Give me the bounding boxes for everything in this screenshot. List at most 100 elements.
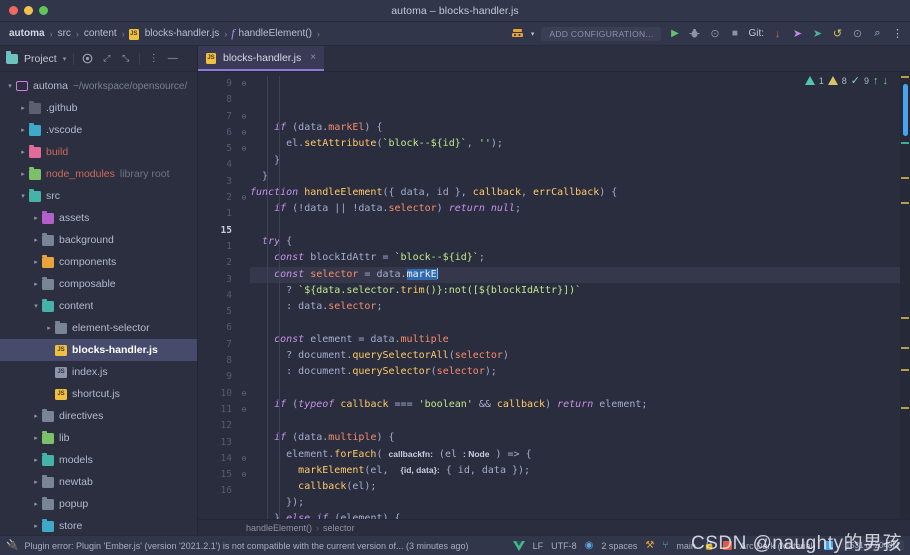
chevron-right-icon[interactable] xyxy=(30,457,42,464)
add-configuration-button[interactable]: ADD CONFIGURATION... xyxy=(541,26,662,41)
line-separator-status[interactable]: LF xyxy=(533,541,544,551)
tree-item-blocks-handler-js[interactable]: JS blocks-handler.js xyxy=(0,339,197,361)
editor-marker-bar[interactable] xyxy=(900,72,910,519)
chevron-right-icon[interactable] xyxy=(30,237,42,244)
tree-item-shortcut-js[interactable]: JS shortcut.js xyxy=(0,383,197,405)
chevron-down-icon[interactable] xyxy=(17,193,29,200)
editor-breadcrumb-function[interactable]: handleElement() xyxy=(246,523,312,533)
tree-item-composable[interactable]: composable xyxy=(0,273,197,295)
coverage-icon[interactable]: ⊙ xyxy=(708,27,721,40)
indent-status[interactable]: 2 spaces xyxy=(601,541,637,551)
wrench-icon[interactable]: ⚒ xyxy=(645,540,654,551)
tree-item-store[interactable]: store xyxy=(0,515,197,535)
code-line[interactable]: const selector = data.markE xyxy=(250,266,900,283)
fold-toggle-icon[interactable]: ⊖ xyxy=(238,451,250,467)
source-code[interactable]: if (data.markEl) { el.setAttribute(`bloc… xyxy=(250,72,900,519)
tree-item-element-selector[interactable]: element-selector xyxy=(0,317,197,339)
tree-item-background[interactable]: background xyxy=(0,229,197,251)
tree-item-newtab[interactable]: newtab xyxy=(0,471,197,493)
code-line[interactable]: ? `${data.selector.trim()}:not([${blockI… xyxy=(250,283,900,299)
fold-toggle-icon[interactable]: ⊖ xyxy=(238,141,250,157)
code-line[interactable]: } else if (element) { xyxy=(250,511,900,519)
chevron-right-icon[interactable] xyxy=(30,259,42,266)
tree-item-node-modules[interactable]: node_modules library root xyxy=(0,163,197,185)
code-line[interactable]: : document.querySelector(selector); xyxy=(250,364,900,380)
project-tree[interactable]: automa ~/workspace/opensource/ .github .vsc… xyxy=(0,72,197,535)
chevron-right-icon[interactable] xyxy=(17,149,29,156)
code-viewport[interactable]: 9 8 7 6 5 4 3 2 1 15 1 2 3 4 5 6 7 8 9 10 11 12 13 14 15 16 ⊖ ⊖ ⊖ ⊖ ⊖… xyxy=(198,72,910,519)
chevron-down-icon[interactable]: ▾ xyxy=(531,30,535,38)
code-line[interactable]: if (data.multiple) { xyxy=(250,430,900,446)
breadcrumb-item-function[interactable]: handleElement() xyxy=(238,28,313,39)
code-line[interactable]: try { xyxy=(250,234,900,250)
code-line[interactable]: ? document.querySelectorAll(selector) xyxy=(250,348,900,364)
chevron-right-icon[interactable] xyxy=(17,105,29,112)
git-update-icon[interactable]: ↓ xyxy=(771,27,784,40)
error-icon[interactable] xyxy=(723,541,733,550)
chevron-right-icon[interactable] xyxy=(30,413,42,420)
chevron-down-icon[interactable] xyxy=(4,83,16,90)
target-icon[interactable] xyxy=(81,52,94,65)
code-line[interactable]: if (!data || !data.selector) return null… xyxy=(250,201,900,217)
fold-toggle-icon[interactable]: ⊖ xyxy=(238,467,250,483)
chevron-right-icon[interactable] xyxy=(30,215,42,222)
tree-item-lib[interactable]: lib xyxy=(0,427,197,449)
code-line[interactable]: : data.selector; xyxy=(250,299,900,315)
theme-status[interactable]: Arc Dark (Material) xyxy=(740,541,816,551)
editor-breadcrumb[interactable]: handleElement() › selector xyxy=(198,519,910,535)
fold-toggle-icon[interactable]: ⊖ xyxy=(238,402,250,418)
project-panel-title[interactable]: Project xyxy=(24,53,57,65)
theme-badge-icon[interactable] xyxy=(823,541,833,550)
git-rollback-icon[interactable]: ⊙ xyxy=(851,27,864,40)
code-line[interactable]: if (typeof callback === 'boolean' && cal… xyxy=(250,397,900,413)
close-tab-icon[interactable]: × xyxy=(310,52,316,63)
fold-toggle-icon[interactable]: ⊖ xyxy=(238,125,250,141)
breadcrumb-item-file[interactable]: blocks-handler.js xyxy=(144,28,220,39)
lock-icon[interactable]: 🔒 xyxy=(704,540,715,551)
stop-icon[interactable]: ■ xyxy=(728,27,741,40)
breadcrumb-item-project[interactable]: automa xyxy=(8,28,46,39)
chevron-right-icon[interactable] xyxy=(17,127,29,134)
inspection-widget[interactable]: 1 8 ✓ 9 ↑ ↓ xyxy=(804,74,888,87)
more-options-icon[interactable]: ⋮ xyxy=(891,27,904,40)
code-folding-gutter[interactable]: ⊖ ⊖ ⊖ ⊖ ⊖ ⊖ ⊖ ⊖ ⊖ xyxy=(238,72,250,519)
tree-item-src[interactable]: src xyxy=(0,185,197,207)
expand-all-icon[interactable]: ⤢ xyxy=(100,52,113,65)
editor-tab-blocks-handler[interactable]: JS blocks-handler.js × xyxy=(198,46,325,71)
fold-toggle-icon[interactable]: ⊖ xyxy=(238,76,250,92)
run-icon[interactable]: ▶ xyxy=(668,27,681,40)
breadcrumb-item-src[interactable]: src xyxy=(57,28,72,39)
tree-item-content[interactable]: content xyxy=(0,295,197,317)
tree-item-components[interactable]: components xyxy=(0,251,197,273)
code-line[interactable] xyxy=(250,316,900,332)
status-message[interactable]: Plugin error: Plugin 'Ember.js' (version… xyxy=(24,541,468,551)
plugin-error-icon[interactable]: 🔌 xyxy=(6,540,18,551)
fold-toggle-icon[interactable]: ⊖ xyxy=(238,109,250,125)
code-line[interactable] xyxy=(250,413,900,429)
tree-item-directives[interactable]: directives xyxy=(0,405,197,427)
chevron-right-icon[interactable] xyxy=(30,501,42,508)
git-history-icon[interactable]: ↺ xyxy=(831,27,844,40)
chevron-down-icon[interactable]: ▾ xyxy=(63,55,67,63)
tree-item-automa[interactable]: automa ~/workspace/opensource/ xyxy=(0,75,197,97)
code-line[interactable]: }); xyxy=(250,495,900,511)
git-push-icon[interactable]: ➤ xyxy=(811,27,824,40)
panel-options-icon[interactable]: ⋮ xyxy=(147,52,160,65)
code-line[interactable]: callback(el); xyxy=(250,479,900,495)
vue-icon[interactable] xyxy=(512,540,525,551)
code-line[interactable] xyxy=(250,218,900,234)
tree-item--vscode[interactable]: .vscode xyxy=(0,119,197,141)
tree-item--github[interactable]: .github xyxy=(0,97,197,119)
tree-item-popup[interactable]: popup xyxy=(0,493,197,515)
chevron-right-icon[interactable] xyxy=(30,435,42,442)
editor-scrollbar-thumb[interactable] xyxy=(903,84,908,136)
collapse-all-icon[interactable]: ⤡ xyxy=(119,52,132,65)
fold-toggle-icon[interactable]: ⊖ xyxy=(238,386,250,402)
chevron-right-icon[interactable] xyxy=(30,479,42,486)
code-line[interactable]: el.setAttribute(`block--${id}`, ''); xyxy=(250,136,900,152)
tree-item-assets[interactable]: assets xyxy=(0,207,197,229)
code-line[interactable]: element.forEach( callbackfn: (el : Node … xyxy=(250,446,900,462)
code-line[interactable]: const element = data.multiple xyxy=(250,332,900,348)
chevron-down-icon[interactable] xyxy=(30,303,42,310)
editor-breadcrumb-variable[interactable]: selector xyxy=(323,523,355,533)
